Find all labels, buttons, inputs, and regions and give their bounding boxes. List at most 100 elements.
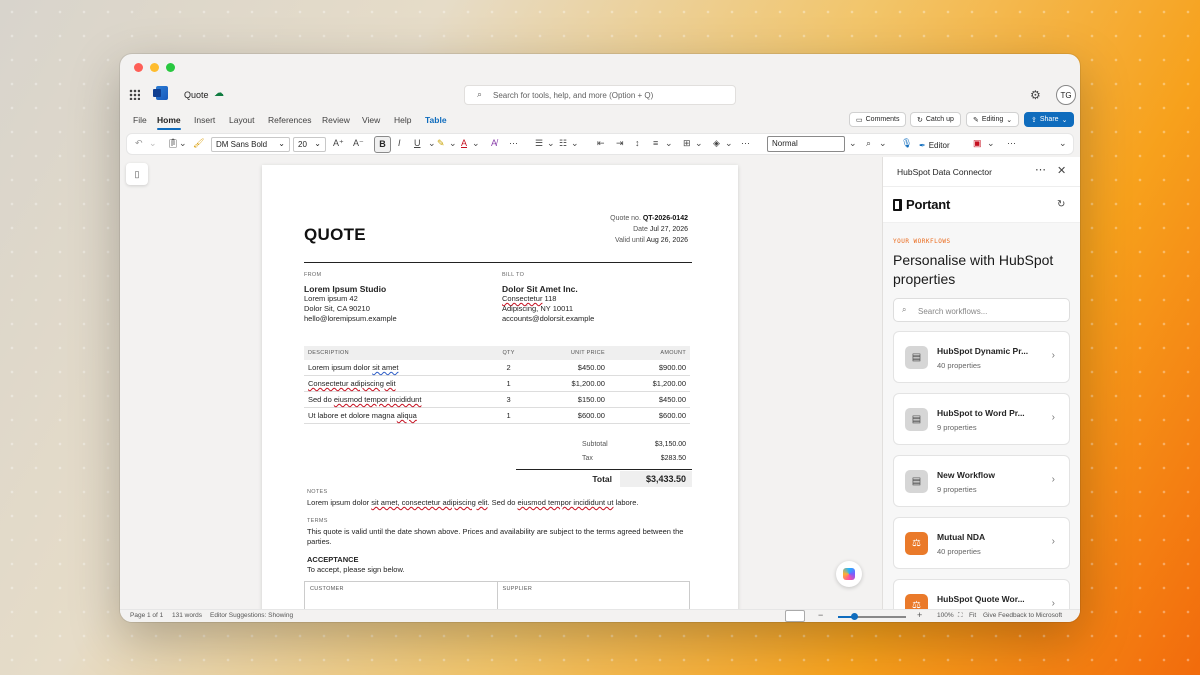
add-ins-dropdown-icon[interactable]: ⌄: [987, 138, 995, 149]
tab-help[interactable]: Help: [394, 115, 411, 125]
editor-suggestions-status[interactable]: Editor Suggestions: Showing: [210, 612, 293, 619]
shading-dropdown-icon[interactable]: ⌄: [725, 138, 733, 149]
dictate-icon[interactable]: 🎙︎: [901, 138, 912, 149]
copilot-button[interactable]: [836, 561, 862, 587]
tab-view[interactable]: View: [362, 115, 380, 125]
editor-button[interactable]: ✒ Editor: [919, 137, 950, 153]
collapse-ribbon-icon[interactable]: ⌄: [1059, 138, 1067, 149]
more-options-icon[interactable]: ⋯: [1007, 138, 1016, 149]
document-name[interactable]: Quote: [184, 90, 209, 100]
zoom-out-icon[interactable]: −: [818, 610, 823, 620]
editing-mode-button[interactable]: ✎ Editing ⌄: [966, 112, 1020, 127]
underline-button[interactable]: U: [414, 138, 421, 148]
shrink-font-icon[interactable]: A⁻: [353, 138, 364, 149]
zoom-in-icon[interactable]: +: [917, 610, 922, 620]
more-options-icon[interactable]: ⋯: [1035, 163, 1047, 176]
font-color-dropdown-icon[interactable]: ⌄: [472, 138, 480, 149]
workflow-card[interactable]: ▤ HubSpot to Word Pr... 9 properties ›: [893, 393, 1070, 445]
workflow-search-input[interactable]: ⌕ Search workflows...: [893, 298, 1070, 322]
numbering-icon[interactable]: ☷: [559, 138, 567, 149]
tab-home[interactable]: Home: [157, 115, 181, 130]
grammar-flag[interactable]: sit amet: [372, 363, 398, 372]
shading-icon[interactable]: ◈: [713, 138, 720, 149]
spelling-flag[interactable]: eiusmod tempor incididunt ut: [518, 498, 614, 507]
align-dropdown-icon[interactable]: ⌄: [665, 138, 673, 149]
spelling-flag[interactable]: Consectetur: [502, 294, 542, 303]
font-size-select[interactable]: 20 ⌄: [293, 137, 326, 152]
spelling-flag[interactable]: aliqua: [397, 411, 417, 420]
borders-icon[interactable]: ⊞: [683, 138, 691, 149]
find-dropdown-icon[interactable]: ⌄: [879, 138, 887, 149]
tab-file[interactable]: File: [133, 115, 147, 125]
minimize-window-button[interactable]: [150, 63, 159, 72]
tab-review[interactable]: Review: [322, 115, 350, 125]
undo-icon[interactable]: ↶: [135, 138, 143, 149]
close-icon[interactable]: ✕: [1057, 164, 1066, 177]
chevron-right-icon: ›: [1051, 412, 1055, 423]
app-launcher-icon[interactable]: [129, 89, 140, 100]
paste-icon[interactable]: 📋︎: [167, 138, 178, 149]
font-color-icon[interactable]: A: [461, 138, 467, 148]
maximize-window-button[interactable]: [166, 63, 175, 72]
fit-label[interactable]: Fit: [969, 612, 976, 619]
search-bar[interactable]: ⌕ Search for tools, help, and more (Opti…: [464, 85, 736, 105]
cloud-saved-icon[interactable]: ☁: [214, 88, 224, 99]
gear-icon[interactable]: ⚙: [1030, 88, 1041, 102]
more-font-options-icon[interactable]: ⋯: [509, 138, 518, 149]
supplier-signature-cell[interactable]: SUPPLIER: [496, 582, 690, 609]
more-paragraph-options-icon[interactable]: ⋯: [741, 138, 750, 149]
workflow-card[interactable]: ▤ New Workflow 9 properties ›: [893, 455, 1070, 507]
highlight-dropdown-icon[interactable]: ⌄: [449, 138, 457, 149]
undo-dropdown-icon[interactable]: ⌄: [149, 138, 157, 149]
navigation-pane-button[interactable]: ▯: [126, 163, 148, 185]
subtotal-row: Subtotal $3,150.00: [516, 437, 692, 451]
workflow-card[interactable]: ⚖ Mutual NDA 40 properties ›: [893, 517, 1070, 569]
workflow-card[interactable]: ▤ HubSpot Dynamic Pr... 40 properties ›: [893, 331, 1070, 383]
styles-dropdown-icon[interactable]: ⌄: [849, 138, 857, 149]
document-page[interactable]: QUOTE Quote no. QT-2026-0142 Date Jul 27…: [262, 165, 738, 609]
highlight-icon[interactable]: ✎: [437, 138, 445, 149]
numbering-dropdown-icon[interactable]: ⌄: [571, 138, 579, 149]
share-button[interactable]: ⇪ Share ⌄: [1024, 112, 1075, 127]
italic-button[interactable]: I: [398, 138, 401, 148]
print-layout-button[interactable]: [785, 610, 805, 622]
format-painter-icon[interactable]: 🖌︎: [193, 138, 204, 149]
refresh-icon[interactable]: ↻: [1057, 199, 1065, 210]
spelling-flag[interactable]: eiusmod tempor incididunt: [334, 395, 422, 404]
increase-indent-icon[interactable]: ⇥: [616, 138, 624, 149]
zoom-slider-handle[interactable]: [851, 613, 858, 620]
line-spacing-icon[interactable]: ↕: [635, 138, 640, 148]
bullets-dropdown-icon[interactable]: ⌄: [547, 138, 555, 149]
decrease-indent-icon[interactable]: ⇤: [597, 138, 605, 149]
tab-layout[interactable]: Layout: [229, 115, 255, 125]
zoom-level[interactable]: 100%: [937, 612, 954, 619]
pane-title: HubSpot Data Connector: [897, 167, 992, 177]
feedback-link[interactable]: Give Feedback to Microsoft: [983, 612, 1062, 619]
spelling-flag[interactable]: sit amet, consectetur adipiscing elit: [371, 498, 487, 507]
workflow-card[interactable]: ⚖ HubSpot Quote Wor... ›: [893, 579, 1070, 609]
find-icon[interactable]: ⌕: [866, 138, 871, 149]
borders-dropdown-icon[interactable]: ⌄: [695, 138, 703, 149]
customer-signature-cell[interactable]: CUSTOMER: [305, 582, 497, 609]
avatar[interactable]: TG: [1056, 85, 1076, 105]
paste-dropdown-icon[interactable]: ⌄: [179, 138, 187, 149]
underline-dropdown-icon[interactable]: ⌄: [428, 138, 436, 149]
word-count[interactable]: 131 words: [172, 612, 202, 619]
style-select[interactable]: Normal: [767, 136, 845, 152]
font-family-select[interactable]: DM Sans Bold ⌄: [211, 137, 290, 152]
add-ins-icon[interactable]: ▣: [973, 138, 982, 149]
grow-font-icon[interactable]: A⁺: [333, 138, 344, 149]
close-window-button[interactable]: [134, 63, 143, 72]
spelling-flag[interactable]: Consectetur adipiscing elit: [308, 379, 396, 388]
comments-button[interactable]: ▭ Comments: [849, 112, 907, 127]
bold-button[interactable]: B: [374, 136, 391, 153]
bullets-icon[interactable]: ☰: [535, 138, 543, 149]
zoom-slider[interactable]: [838, 616, 906, 618]
tab-table[interactable]: Table: [425, 115, 447, 125]
catch-up-button[interactable]: ↻ Catch up: [910, 112, 961, 127]
clear-formatting-icon[interactable]: A̸: [491, 138, 497, 148]
fit-icon[interactable]: ⛶: [958, 612, 963, 620]
tab-references[interactable]: References: [268, 115, 311, 125]
align-icon[interactable]: ≡: [653, 138, 658, 148]
tab-insert[interactable]: Insert: [194, 115, 215, 125]
